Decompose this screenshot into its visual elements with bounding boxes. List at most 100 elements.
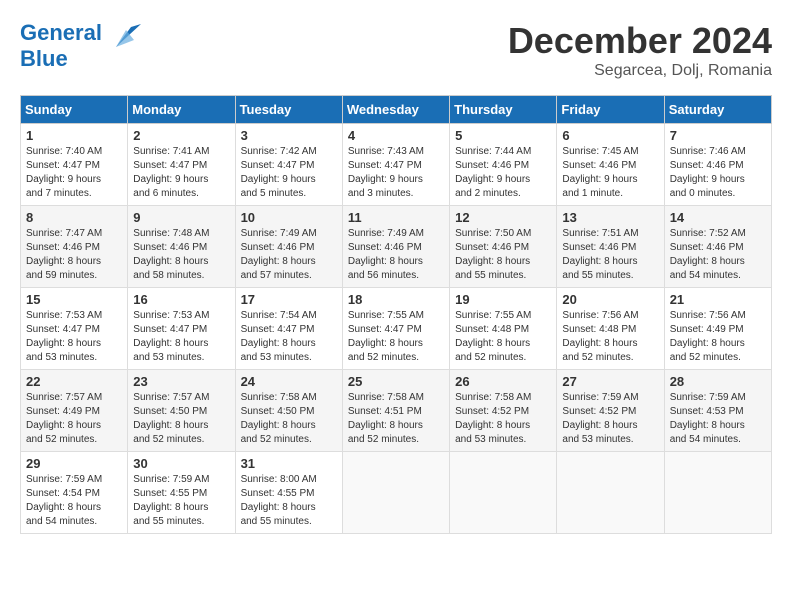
- calendar-cell: 1 Sunrise: 7:40 AM Sunset: 4:47 PM Daylig…: [21, 124, 128, 206]
- day-info: Sunrise: 7:55 AM Sunset: 4:47 PM Dayligh…: [348, 309, 444, 365]
- day-number: 5: [455, 128, 551, 143]
- calendar-cell: 13 Sunrise: 7:51 AM Sunset: 4:46 PM Dayli…: [557, 206, 664, 288]
- day-info: Sunrise: 8:00 AM Sunset: 4:55 PM Dayligh…: [241, 473, 337, 529]
- day-info: Sunrise: 7:53 AM Sunset: 4:47 PM Dayligh…: [26, 309, 122, 365]
- calendar-cell: 14 Sunrise: 7:52 AM Sunset: 4:46 PM Dayli…: [664, 206, 771, 288]
- calendar-day-header: Friday: [557, 96, 664, 124]
- day-info: Sunrise: 7:44 AM Sunset: 4:46 PM Dayligh…: [455, 145, 551, 201]
- calendar-cell: 12Sunrise: 7:50 AM Sunset: 4:46 PM Dayli…: [450, 206, 557, 288]
- day-number: 15: [26, 292, 122, 307]
- calendar-cell: 19 Sunrise: 7:55 AM Sunset: 4:48 PM Dayli…: [450, 288, 557, 370]
- calendar-week-row: 8Sunrise: 7:47 AM Sunset: 4:46 PM Daylig…: [21, 206, 772, 288]
- calendar-cell: 15 Sunrise: 7:53 AM Sunset: 4:47 PM Dayli…: [21, 288, 128, 370]
- calendar-cell: 9 Sunrise: 7:48 AM Sunset: 4:46 PM Daylig…: [128, 206, 235, 288]
- day-number: 10: [241, 210, 337, 225]
- day-info: Sunrise: 7:56 AM Sunset: 4:48 PM Dayligh…: [562, 309, 658, 365]
- day-info: Sunrise: 7:42 AM Sunset: 4:47 PM Dayligh…: [241, 145, 337, 201]
- day-number: 18: [348, 292, 444, 307]
- day-number: 12: [455, 210, 551, 225]
- calendar-cell: [664, 452, 771, 534]
- logo: General Blue: [20, 20, 141, 72]
- day-info: Sunrise: 7:41 AM Sunset: 4:47 PM Dayligh…: [133, 145, 229, 201]
- calendar-week-row: 29Sunrise: 7:59 AM Sunset: 4:54 PM Dayli…: [21, 452, 772, 534]
- calendar-day-header: Saturday: [664, 96, 771, 124]
- calendar-cell: 10 Sunrise: 7:49 AM Sunset: 4:46 PM Dayli…: [235, 206, 342, 288]
- calendar-week-row: 22 Sunrise: 7:57 AM Sunset: 4:49 PM Dayli…: [21, 370, 772, 452]
- calendar-week-row: 1 Sunrise: 7:40 AM Sunset: 4:47 PM Daylig…: [21, 124, 772, 206]
- calendar-header-row: SundayMondayTuesdayWednesdayThursdayFrid…: [21, 96, 772, 124]
- day-number: 1: [26, 128, 122, 143]
- day-info: Sunrise: 7:53 AM Sunset: 4:47 PM Dayligh…: [133, 309, 229, 365]
- calendar-cell: 29Sunrise: 7:59 AM Sunset: 4:54 PM Dayli…: [21, 452, 128, 534]
- day-info: Sunrise: 7:52 AM Sunset: 4:46 PM Dayligh…: [670, 227, 766, 283]
- calendar-cell: [342, 452, 449, 534]
- calendar-day-header: Tuesday: [235, 96, 342, 124]
- calendar-cell: 11Sunrise: 7:49 AM Sunset: 4:46 PM Dayli…: [342, 206, 449, 288]
- day-number: 13: [562, 210, 658, 225]
- calendar-cell: 7 Sunrise: 7:46 AM Sunset: 4:46 PM Daylig…: [664, 124, 771, 206]
- day-number: 14: [670, 210, 766, 225]
- calendar-cell: [557, 452, 664, 534]
- day-number: 17: [241, 292, 337, 307]
- calendar-cell: 20 Sunrise: 7:56 AM Sunset: 4:48 PM Dayli…: [557, 288, 664, 370]
- logo-icon: [106, 22, 141, 52]
- day-number: 9: [133, 210, 229, 225]
- day-info: Sunrise: 7:51 AM Sunset: 4:46 PM Dayligh…: [562, 227, 658, 283]
- calendar-day-header: Wednesday: [342, 96, 449, 124]
- day-info: Sunrise: 7:59 AM Sunset: 4:52 PM Dayligh…: [562, 391, 658, 447]
- calendar-cell: [450, 452, 557, 534]
- calendar-cell: 24Sunrise: 7:58 AM Sunset: 4:50 PM Dayli…: [235, 370, 342, 452]
- calendar-cell: 16 Sunrise: 7:53 AM Sunset: 4:47 PM Dayli…: [128, 288, 235, 370]
- calendar-cell: 22 Sunrise: 7:57 AM Sunset: 4:49 PM Dayli…: [21, 370, 128, 452]
- day-info: Sunrise: 7:46 AM Sunset: 4:46 PM Dayligh…: [670, 145, 766, 201]
- calendar-cell: 18 Sunrise: 7:55 AM Sunset: 4:47 PM Dayli…: [342, 288, 449, 370]
- title-section: December 2024 Segarcea, Dolj, Romania: [508, 20, 772, 80]
- day-number: 30: [133, 456, 229, 471]
- day-info: Sunrise: 7:48 AM Sunset: 4:46 PM Dayligh…: [133, 227, 229, 283]
- day-number: 24: [241, 374, 337, 389]
- page-header: General Blue December 2024 Segarcea, Dol…: [20, 20, 772, 80]
- day-number: 23: [133, 374, 229, 389]
- calendar-cell: 2 Sunrise: 7:41 AM Sunset: 4:47 PM Daylig…: [128, 124, 235, 206]
- day-number: 8: [26, 210, 122, 225]
- calendar-cell: 23Sunrise: 7:57 AM Sunset: 4:50 PM Dayli…: [128, 370, 235, 452]
- day-info: Sunrise: 7:58 AM Sunset: 4:52 PM Dayligh…: [455, 391, 551, 447]
- calendar-cell: 30 Sunrise: 7:59 AM Sunset: 4:55 PM Dayli…: [128, 452, 235, 534]
- day-info: Sunrise: 7:54 AM Sunset: 4:47 PM Dayligh…: [241, 309, 337, 365]
- day-number: 20: [562, 292, 658, 307]
- day-info: Sunrise: 7:49 AM Sunset: 4:46 PM Dayligh…: [348, 227, 444, 283]
- calendar-cell: 26Sunrise: 7:58 AM Sunset: 4:52 PM Dayli…: [450, 370, 557, 452]
- day-info: Sunrise: 7:57 AM Sunset: 4:49 PM Dayligh…: [26, 391, 122, 447]
- day-number: 7: [670, 128, 766, 143]
- calendar-table: SundayMondayTuesdayWednesdayThursdayFrid…: [20, 95, 772, 534]
- day-number: 22: [26, 374, 122, 389]
- day-number: 27: [562, 374, 658, 389]
- day-number: 25: [348, 374, 444, 389]
- day-number: 2: [133, 128, 229, 143]
- day-info: Sunrise: 7:45 AM Sunset: 4:46 PM Dayligh…: [562, 145, 658, 201]
- day-number: 6: [562, 128, 658, 143]
- location: Segarcea, Dolj, Romania: [508, 62, 772, 80]
- day-info: Sunrise: 7:49 AM Sunset: 4:46 PM Dayligh…: [241, 227, 337, 283]
- calendar-cell: 4Sunrise: 7:43 AM Sunset: 4:47 PM Daylig…: [342, 124, 449, 206]
- calendar-day-header: Monday: [128, 96, 235, 124]
- day-info: Sunrise: 7:59 AM Sunset: 4:55 PM Dayligh…: [133, 473, 229, 529]
- day-number: 31: [241, 456, 337, 471]
- day-info: Sunrise: 7:40 AM Sunset: 4:47 PM Dayligh…: [26, 145, 122, 201]
- month-title: December 2024: [508, 20, 772, 62]
- day-number: 19: [455, 292, 551, 307]
- calendar-cell: 17 Sunrise: 7:54 AM Sunset: 4:47 PM Dayli…: [235, 288, 342, 370]
- day-number: 16: [133, 292, 229, 307]
- calendar-cell: 27 Sunrise: 7:59 AM Sunset: 4:52 PM Dayli…: [557, 370, 664, 452]
- calendar-cell: 21Sunrise: 7:56 AM Sunset: 4:49 PM Dayli…: [664, 288, 771, 370]
- day-number: 28: [670, 374, 766, 389]
- day-info: Sunrise: 7:43 AM Sunset: 4:47 PM Dayligh…: [348, 145, 444, 201]
- calendar-cell: 6 Sunrise: 7:45 AM Sunset: 4:46 PM Daylig…: [557, 124, 664, 206]
- calendar-cell: 5 Sunrise: 7:44 AM Sunset: 4:46 PM Daylig…: [450, 124, 557, 206]
- calendar-cell: 25Sunrise: 7:58 AM Sunset: 4:51 PM Dayli…: [342, 370, 449, 452]
- day-info: Sunrise: 7:55 AM Sunset: 4:48 PM Dayligh…: [455, 309, 551, 365]
- calendar-cell: 8Sunrise: 7:47 AM Sunset: 4:46 PM Daylig…: [21, 206, 128, 288]
- calendar-cell: 28Sunrise: 7:59 AM Sunset: 4:53 PM Dayli…: [664, 370, 771, 452]
- calendar-day-header: Sunday: [21, 96, 128, 124]
- logo-text: General Blue: [20, 20, 102, 72]
